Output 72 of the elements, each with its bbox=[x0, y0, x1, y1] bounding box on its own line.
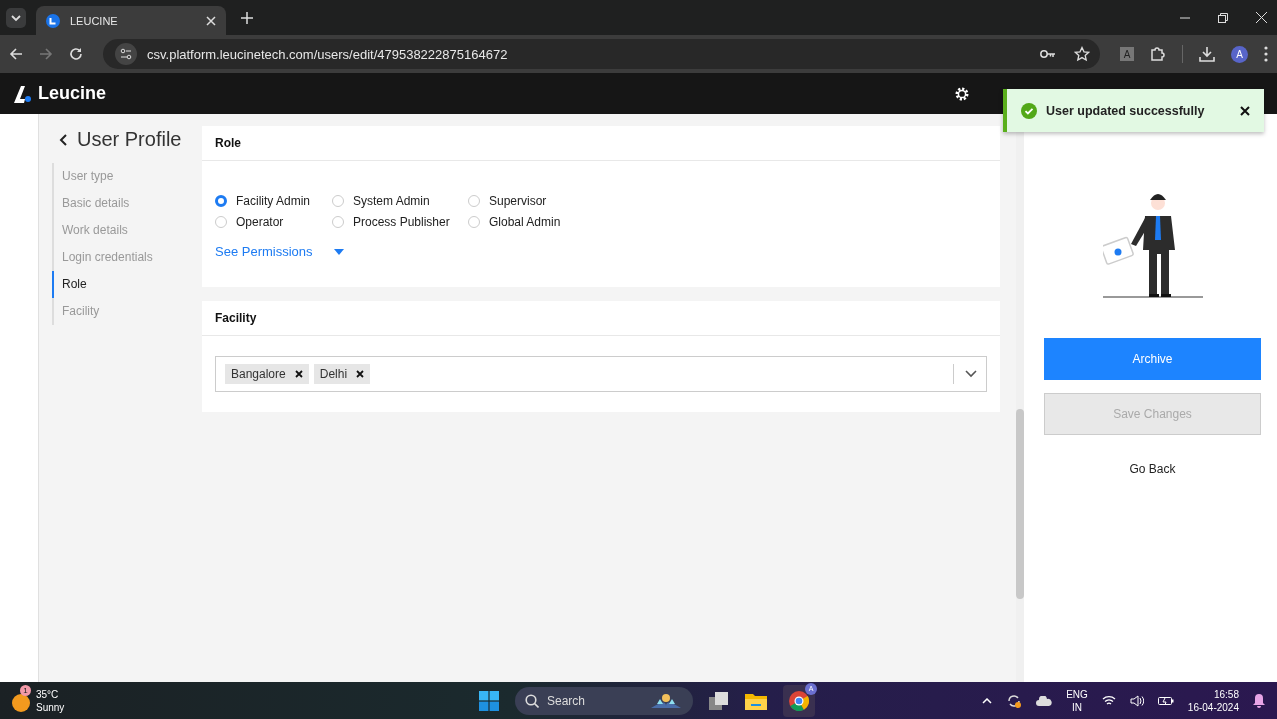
radio-label: Facility Admin bbox=[236, 194, 311, 208]
caret-icon[interactable] bbox=[333, 248, 344, 255]
download-icon[interactable] bbox=[1199, 46, 1215, 62]
settings-icon[interactable] bbox=[954, 85, 970, 102]
temperature-text: 35°C bbox=[36, 687, 60, 701]
browser-icon bbox=[789, 690, 809, 711]
close-icon[interactable] bbox=[1240, 105, 1250, 116]
site-icon bbox=[46, 13, 60, 28]
logo-icon bbox=[12, 83, 32, 104]
radio-label: Global Admin bbox=[489, 215, 561, 229]
remove-icon[interactable] bbox=[294, 370, 303, 378]
windows-start-icon[interactable] bbox=[479, 690, 499, 711]
role-radio-option[interactable]: Global Admin bbox=[468, 215, 588, 229]
extension-button[interactable]: A bbox=[1120, 47, 1134, 61]
clock[interactable]: 16:58 16-04-2024 bbox=[1187, 687, 1239, 714]
address-bar[interactable]: csv.platform.leucinetech.com/users/edit/479538222875164672 bbox=[103, 39, 1100, 69]
brand-name: Leucine bbox=[38, 83, 107, 104]
card-title: Facility bbox=[215, 311, 257, 325]
role-radio-option[interactable]: Process Publisher bbox=[332, 215, 468, 229]
profile-avatar[interactable]: A bbox=[1231, 45, 1248, 63]
sun-icon bbox=[12, 693, 30, 712]
role-radio-option[interactable]: System Admin bbox=[332, 194, 468, 208]
cloud-icon[interactable] bbox=[1036, 695, 1053, 706]
radio-label: System Admin bbox=[353, 194, 430, 208]
radio-label: Process Publisher bbox=[353, 215, 450, 229]
weather-condition: Sunny bbox=[36, 700, 65, 714]
url-text: csv.platform.leucinetech.com/users/edit/479538222875164672 bbox=[147, 46, 508, 62]
tag-label: Bangalore bbox=[231, 367, 286, 381]
forward-icon bbox=[39, 47, 53, 61]
notification-badge: 1 bbox=[20, 684, 31, 696]
reload-icon[interactable] bbox=[69, 47, 83, 61]
role-radio-option[interactable]: Operator bbox=[215, 215, 332, 229]
search-icon bbox=[525, 693, 539, 708]
facility-select[interactable]: Bangalore Delhi bbox=[215, 356, 987, 392]
weather-widget[interactable]: 1 35°C Sunny bbox=[12, 687, 452, 714]
back-icon[interactable] bbox=[59, 133, 67, 146]
tab-list-icon[interactable] bbox=[6, 7, 26, 28]
puzzle-icon[interactable] bbox=[1150, 46, 1166, 62]
site-settings-icon[interactable] bbox=[115, 43, 137, 65]
bell-icon[interactable] bbox=[1253, 693, 1265, 708]
role-radio-option[interactable]: Facility Admin bbox=[215, 194, 332, 208]
permissions-link[interactable]: See Permissions bbox=[215, 244, 313, 259]
radio-label: Operator bbox=[236, 215, 284, 229]
speaker-icon[interactable] bbox=[1129, 694, 1144, 707]
task-view-icon[interactable] bbox=[709, 691, 729, 710]
card-title: Role bbox=[215, 136, 241, 150]
scrollbar-thumb[interactable] bbox=[1016, 409, 1024, 599]
go-back-link[interactable]: Go Back bbox=[1129, 462, 1176, 476]
wifi-icon[interactable] bbox=[1101, 695, 1116, 706]
battery-icon[interactable] bbox=[1157, 695, 1174, 706]
new-tab-icon[interactable] bbox=[241, 11, 253, 24]
menu-icon[interactable] bbox=[1264, 46, 1268, 62]
key-icon[interactable] bbox=[1040, 49, 1056, 59]
browser-tab[interactable]: LEUCINE bbox=[36, 6, 226, 35]
remove-icon[interactable] bbox=[356, 370, 365, 378]
tab-title: LEUCINE bbox=[70, 14, 119, 27]
sync-icon[interactable] bbox=[1006, 692, 1023, 709]
language-indicator[interactable]: ENG IN bbox=[1066, 687, 1088, 714]
role-radio-option[interactable]: Supervisor bbox=[468, 194, 588, 208]
folder-icon[interactable] bbox=[745, 691, 767, 710]
chevron-down-icon[interactable] bbox=[965, 370, 977, 378]
restore-icon[interactable] bbox=[1218, 12, 1228, 23]
toast-message: User updated successfully bbox=[1046, 103, 1206, 118]
star-icon[interactable] bbox=[1074, 46, 1090, 62]
chevron-up-icon[interactable] bbox=[982, 697, 993, 704]
radio-label: Supervisor bbox=[489, 194, 547, 208]
tag-label: Delhi bbox=[319, 367, 348, 381]
archive-button[interactable]: Archive bbox=[1044, 338, 1261, 380]
page-title: User Profile bbox=[77, 128, 182, 151]
check-circle-icon bbox=[1021, 102, 1037, 119]
radio-button[interactable] bbox=[215, 195, 227, 207]
taskbar-search[interactable]: Search bbox=[515, 686, 693, 715]
